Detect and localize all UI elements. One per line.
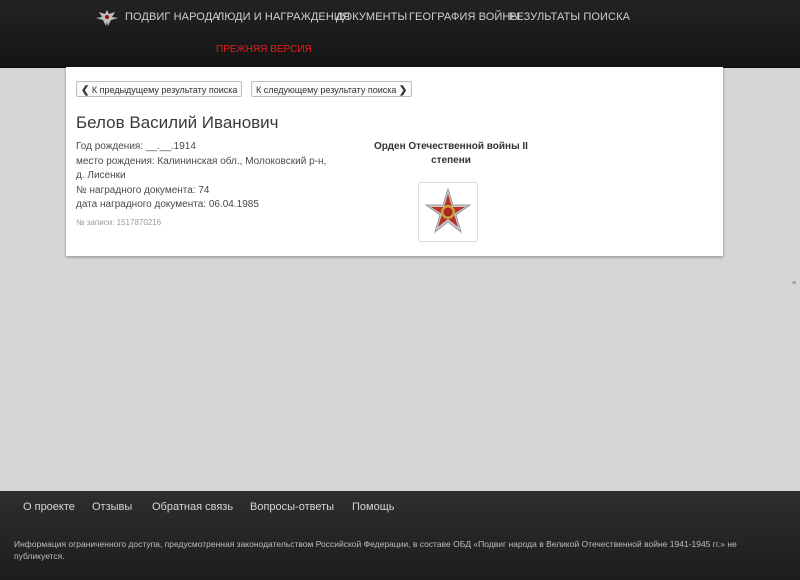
- person-card: ❮ К предыдущему результату поиска К след…: [66, 67, 723, 256]
- record-number: № записи: 1517870216: [76, 218, 162, 227]
- footer-help-link[interactable]: Помощь: [352, 501, 395, 513]
- chevron-right-icon: ❯: [398, 85, 408, 96]
- birth-place: место рождения: Калининская обл., Молоко…: [76, 155, 327, 182]
- person-name: Белов Василий Иванович: [76, 113, 279, 132]
- award-title[interactable]: Орден Отечественной войны II степени: [356, 140, 546, 168]
- scrollbar-grip-icon[interactable]: ≡: [792, 280, 798, 287]
- person-info: Год рождения: __.__.1914 место рождения:…: [76, 140, 336, 213]
- nav-people-awards[interactable]: ЛЮДИ И НАГРАЖДЕНИЯ: [217, 11, 350, 23]
- footer-disclaimer: Информация ограниченного доступа, предус…: [14, 539, 737, 561]
- eagle-emblem-icon[interactable]: [95, 8, 119, 28]
- footer-feedback-link[interactable]: Обратная связь: [152, 501, 233, 513]
- prev-result-label: К предыдущему результату поиска: [91, 85, 238, 95]
- site-header: ПОДВИГ НАРОДА ЛЮДИ И НАГРАЖДЕНИЯ ДОКУМЕН…: [0, 0, 800, 68]
- order-star-icon: [424, 187, 472, 234]
- next-result-button[interactable]: К следующему результату поиска ❯: [251, 81, 413, 97]
- award-doc-number: № наградного документа: 74: [76, 184, 210, 196]
- nav-podvig-naroda[interactable]: ПОДВИГ НАРОДА: [125, 11, 220, 23]
- footer-faq-link[interactable]: Вопросы-ответы: [250, 501, 334, 513]
- nav-search-results[interactable]: РЕЗУЛЬТАТЫ ПОИСКА: [509, 11, 630, 23]
- prev-version-link[interactable]: ПРЕЖНЯЯ ВЕРСИЯ: [216, 44, 312, 55]
- chevron-left-icon: ❮: [81, 85, 90, 96]
- nav-war-geography[interactable]: ГЕОГРАФИЯ ВОЙНЫ: [409, 11, 520, 23]
- award-doc-date: дата наградного документа: 06.04.1985: [76, 199, 259, 210]
- footer-about-link[interactable]: О проекте: [23, 501, 75, 513]
- award-image[interactable]: [418, 182, 478, 242]
- prev-result-button[interactable]: ❮ К предыдущему результату поиска: [76, 81, 243, 97]
- footer-reviews-link[interactable]: Отзывы: [92, 501, 132, 513]
- next-result-label: К следующему результату поиска: [256, 85, 397, 95]
- site-footer: О проекте Отзывы Обратная связь Вопросы-…: [0, 491, 800, 580]
- birth-year: Год рождения: __.__.1914: [76, 141, 196, 152]
- nav-documents[interactable]: ДОКУМЕНТЫ: [336, 11, 407, 23]
